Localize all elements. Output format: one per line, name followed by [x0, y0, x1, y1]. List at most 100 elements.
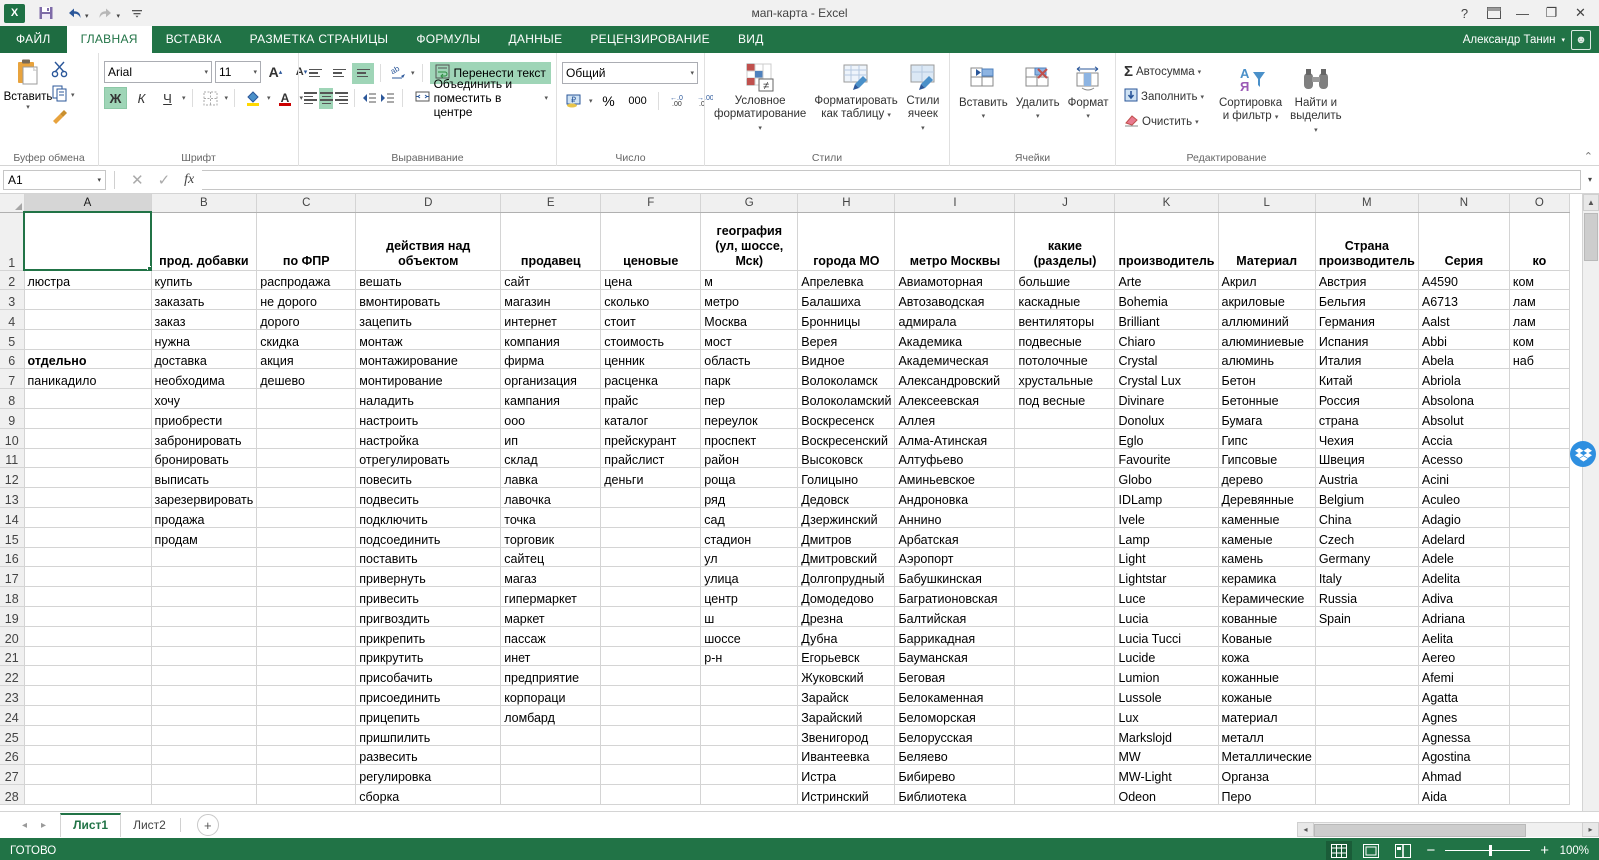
row-header-19[interactable]: 19: [0, 607, 24, 627]
table-cell[interactable]: Agatta: [1418, 686, 1509, 706]
table-cell[interactable]: Видное: [798, 349, 895, 369]
table-cell[interactable]: сборка: [356, 785, 501, 805]
table-cell[interactable]: Авиамоторная: [895, 270, 1015, 290]
table-cell[interactable]: Aculeo: [1418, 488, 1509, 508]
table-cell[interactable]: парк: [701, 369, 798, 389]
fill-button[interactable]: Заполнить ▾: [1121, 86, 1207, 107]
ribbon-display-options-icon[interactable]: [1479, 0, 1508, 26]
table-cell[interactable]: приобрести: [151, 409, 257, 429]
table-cell[interactable]: [601, 706, 701, 726]
table-cell[interactable]: Металлические: [1218, 745, 1315, 765]
table-cell[interactable]: [1015, 626, 1115, 646]
vertical-scroll-thumb[interactable]: [1584, 213, 1598, 261]
table-cell[interactable]: [24, 290, 151, 310]
table-cell[interactable]: [151, 587, 257, 607]
table-cell[interactable]: [1509, 725, 1569, 745]
table-cell[interactable]: Керамические: [1218, 587, 1315, 607]
undo-icon[interactable]: [61, 1, 87, 25]
row-header-20[interactable]: 20: [0, 626, 24, 646]
table-cell[interactable]: Lussole: [1115, 686, 1218, 706]
table-cell[interactable]: наб: [1509, 349, 1569, 369]
row-header-27[interactable]: 27: [0, 765, 24, 785]
table-cell[interactable]: вмонтировать: [356, 290, 501, 310]
bold-button[interactable]: Ж: [104, 87, 127, 109]
table-cell[interactable]: прицепить: [356, 706, 501, 726]
table-cell[interactable]: [1509, 686, 1569, 706]
table-cell[interactable]: [601, 508, 701, 528]
table-cell[interactable]: Aida: [1418, 785, 1509, 805]
table-cell[interactable]: стоит: [601, 310, 701, 330]
table-cell[interactable]: подвесные: [1015, 329, 1115, 349]
column-header-e[interactable]: E: [501, 194, 601, 212]
table-cell[interactable]: [1509, 567, 1569, 587]
table-cell[interactable]: Автозаводская: [895, 290, 1015, 310]
table-cell[interactable]: Испания: [1315, 329, 1418, 349]
table-cell[interactable]: Егорьевск: [798, 646, 895, 666]
table-cell[interactable]: Алтуфьево: [895, 448, 1015, 468]
table-cell[interactable]: Библиотека: [895, 785, 1015, 805]
table-cell[interactable]: хочу: [151, 389, 257, 409]
table-cell[interactable]: Академическая: [895, 349, 1015, 369]
table-cell[interactable]: Багратионовская: [895, 587, 1015, 607]
table-cell[interactable]: [24, 607, 151, 627]
table-cell[interactable]: Органза: [1218, 765, 1315, 785]
table-cell[interactable]: [257, 448, 356, 468]
table-cell[interactable]: переулок: [701, 409, 798, 429]
table-cell[interactable]: [151, 607, 257, 627]
table-cell[interactable]: проспект: [701, 428, 798, 448]
cell-styles-button[interactable]: Стили ячеек ▾: [902, 59, 944, 137]
row-header-24[interactable]: 24: [0, 706, 24, 726]
horizontal-scroll-track[interactable]: [1314, 822, 1582, 837]
table-cell[interactable]: компания: [501, 329, 601, 349]
font-size-input[interactable]: 11 ▾: [215, 61, 261, 83]
table-cell[interactable]: ооо: [501, 409, 601, 429]
table-cell[interactable]: [1015, 488, 1115, 508]
table-cell[interactable]: ип: [501, 428, 601, 448]
table-cell[interactable]: метро: [701, 290, 798, 310]
table-cell[interactable]: [257, 626, 356, 646]
table-cell[interactable]: Lumion: [1115, 666, 1218, 686]
table-cell[interactable]: Беговая: [895, 666, 1015, 686]
table-cell[interactable]: Академика: [895, 329, 1015, 349]
table-cell[interactable]: [701, 666, 798, 686]
table-cell[interactable]: люстра: [24, 270, 151, 290]
tab-review[interactable]: РЕЦЕНЗИРОВАНИЕ: [576, 26, 724, 53]
table-cell[interactable]: роща: [701, 468, 798, 488]
table-cell[interactable]: [701, 745, 798, 765]
table-cell[interactable]: Бетонные: [1218, 389, 1315, 409]
table-cell[interactable]: ш: [701, 607, 798, 627]
table-cell[interactable]: Истринский: [798, 785, 895, 805]
header-cell[interactable]: ценовые: [601, 212, 701, 270]
table-cell[interactable]: [24, 785, 151, 805]
align-left-button[interactable]: [304, 88, 317, 109]
copy-button[interactable]: ▾: [51, 84, 75, 106]
table-cell[interactable]: забронировать: [151, 428, 257, 448]
table-cell[interactable]: [151, 567, 257, 587]
table-cell[interactable]: Зарайск: [798, 686, 895, 706]
table-cell[interactable]: шоссе: [701, 626, 798, 646]
table-cell[interactable]: [24, 666, 151, 686]
zoom-level-label[interactable]: 100%: [1559, 845, 1593, 857]
table-cell[interactable]: [24, 686, 151, 706]
column-header-n[interactable]: N: [1418, 194, 1509, 212]
table-cell[interactable]: вентиляторы: [1015, 310, 1115, 330]
underline-button[interactable]: Ч: [156, 87, 179, 109]
table-cell[interactable]: зацепить: [356, 310, 501, 330]
table-cell[interactable]: Lucide: [1115, 646, 1218, 666]
header-cell[interactable]: по ФПР: [257, 212, 356, 270]
table-cell[interactable]: [1509, 527, 1569, 547]
table-cell[interactable]: Aelita: [1418, 626, 1509, 646]
table-cell[interactable]: Арбатская: [895, 527, 1015, 547]
table-cell[interactable]: дерево: [1218, 468, 1315, 488]
conditional-dropdown-icon[interactable]: ▾: [758, 125, 762, 132]
table-cell[interactable]: материал: [1218, 706, 1315, 726]
table-cell[interactable]: прайслист: [601, 448, 701, 468]
vertical-scrollbar[interactable]: ▲: [1582, 194, 1599, 811]
table-cell[interactable]: Lightstar: [1115, 567, 1218, 587]
table-cell[interactable]: [24, 527, 151, 547]
table-cell[interactable]: [24, 765, 151, 785]
table-cell[interactable]: Lamp: [1115, 527, 1218, 547]
align-center-button[interactable]: [319, 88, 332, 109]
table-cell[interactable]: монтаж: [356, 329, 501, 349]
customize-quick-access-icon[interactable]: [124, 1, 150, 25]
